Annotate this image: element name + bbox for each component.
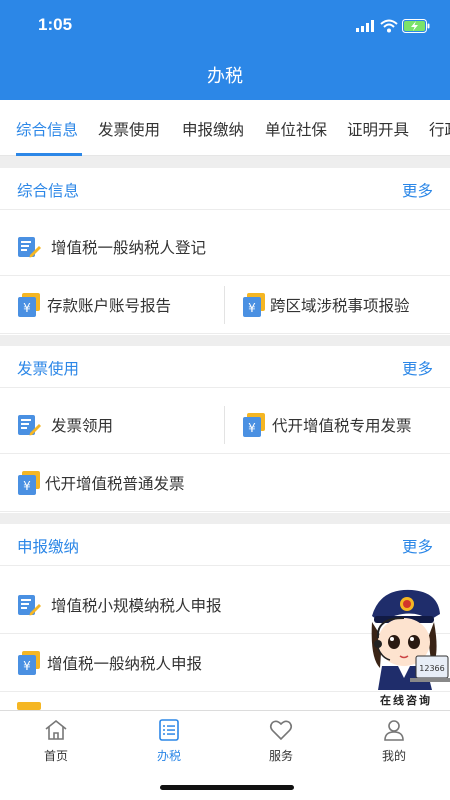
section-header: 综合信息 更多 (0, 168, 450, 210)
section-general-info: 综合信息 更多 增值税一般纳税人登记 ¥ 存款账户账号报告 ¥ 跨区域涉税事项报… (0, 168, 450, 335)
service-label: 代开增值税普通发票 (45, 475, 185, 493)
service-row: ¥ 存款账户账号报告 ¥ 跨区域涉税事项报验 (0, 276, 450, 334)
section-title: 申报缴纳 (17, 538, 80, 556)
more-link[interactable]: 更多 (402, 357, 433, 379)
tab-administrative[interactable]: 行政 (429, 118, 450, 140)
nav-service[interactable]: 服务 (241, 711, 321, 771)
signal-icon (356, 20, 374, 32)
tab-social-security[interactable]: 单位社保 (265, 118, 327, 140)
home-icon (45, 719, 67, 740)
service-label: 增值税小规模纳税人申报 (51, 597, 222, 615)
yuan-document-icon: ¥ (18, 651, 40, 675)
page-title: 办税 (207, 66, 243, 87)
svg-text:¥: ¥ (23, 301, 31, 315)
yuan-document-icon: ¥ (18, 471, 40, 495)
nav-label: 办税 (156, 749, 181, 763)
svg-text:¥: ¥ (23, 659, 31, 673)
service-item[interactable]: ¥ 增值税一般纳税人申报 (17, 634, 357, 692)
heart-icon (269, 720, 293, 741)
category-tabs: 综合信息 发票使用 申报缴纳 单位社保 证明开具 行政 (0, 100, 450, 156)
mascot-badge: 12366 (419, 664, 444, 673)
service-item[interactable]: 增值税一般纳税人登记 (17, 218, 417, 276)
wifi-icon (380, 19, 398, 33)
nav-tax[interactable]: 办税 (129, 711, 209, 771)
service-item[interactable]: ¥ 跨区域涉税事项报验 (242, 276, 442, 334)
service-label: 增值税一般纳税人申报 (47, 655, 203, 673)
more-link[interactable]: 更多 (402, 535, 433, 557)
tab-declaration-payment[interactable]: 申报缴纳 (182, 118, 244, 140)
service-item[interactable]: ¥ 代开增值税专用发票 (242, 396, 442, 454)
form-edit-icon (18, 595, 41, 616)
service-row: ¥ 代开增值税普通发票 (0, 454, 450, 512)
user-icon (384, 720, 404, 741)
section-title: 综合信息 (17, 182, 80, 200)
yuan-document-icon: ¥ (18, 293, 40, 317)
svg-text:¥: ¥ (248, 421, 256, 435)
service-item[interactable]: ¥ 代开增值税普通发票 (17, 454, 417, 512)
home-indicator (160, 785, 294, 790)
service-row: 发票领用 ¥ 代开增值税专用发票 (0, 396, 450, 454)
svg-text:¥: ¥ (23, 479, 31, 493)
tab-general-info[interactable]: 综合信息 (16, 118, 78, 140)
service-label: 发票领用 (51, 417, 114, 435)
yuan-document-icon: ¥ (243, 413, 265, 437)
yuan-document-icon: ¥ (243, 293, 265, 317)
divider (224, 286, 225, 324)
nav-label: 服务 (268, 749, 293, 763)
nav-label: 首页 (43, 749, 68, 763)
section-title: 发票使用 (17, 360, 80, 378)
form-edit-icon (18, 237, 41, 258)
service-item[interactable]: ¥ 存款账户账号报告 (17, 276, 217, 334)
svg-text:¥: ¥ (248, 301, 256, 315)
tab-certificate[interactable]: 证明开具 (347, 118, 409, 140)
divider (224, 406, 225, 444)
service-item[interactable]: 发票领用 (17, 396, 217, 454)
customer-service-mascot[interactable]: 12366 (360, 578, 450, 710)
service-row: 增值税一般纳税人登记 (0, 218, 450, 276)
status-time: 1:05 (38, 15, 73, 34)
nav-label: 我的 (381, 749, 406, 763)
service-label: 增值税一般纳税人登记 (51, 239, 207, 257)
tab-invoice-use[interactable]: 发票使用 (98, 118, 160, 140)
nav-mine[interactable]: 我的 (354, 711, 434, 771)
section-header: 申报缴纳 更多 (0, 524, 450, 566)
service-item[interactable]: 增值税小规模纳税人申报 (17, 576, 357, 634)
more-link[interactable]: 更多 (402, 179, 433, 201)
service-label: 存款账户账号报告 (47, 297, 172, 315)
section-invoice-use: 发票使用 更多 发票领用 ¥ 代开增值税专用发票 ¥ 代开增值税普通发票 (0, 346, 450, 513)
battery-charging-icon (402, 19, 430, 33)
app-header: 1:05 办税 (0, 0, 450, 100)
online-consult-label[interactable]: 在线咨询 (380, 692, 432, 708)
service-label: 代开增值税专用发票 (272, 417, 412, 435)
service-label: 跨区域涉税事项报验 (270, 297, 410, 315)
active-tab-indicator (16, 153, 82, 156)
list-icon (159, 719, 179, 741)
nav-home[interactable]: 首页 (16, 711, 96, 771)
form-edit-icon (18, 415, 41, 436)
status-bar: 1:05 (0, 0, 450, 54)
section-header: 发票使用 更多 (0, 346, 450, 388)
partial-service-icon (17, 702, 41, 710)
